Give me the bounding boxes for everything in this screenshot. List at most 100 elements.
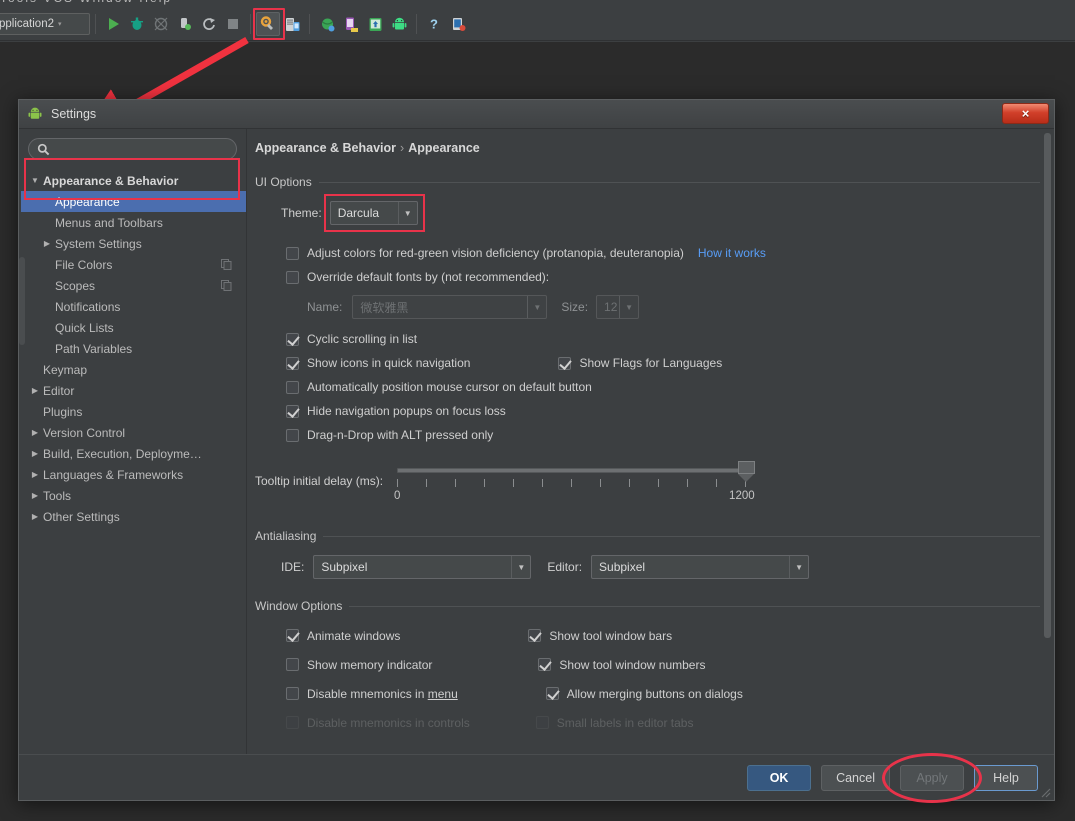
sidebar-scrollbar[interactable] bbox=[19, 257, 25, 345]
debug-icon[interactable] bbox=[125, 12, 149, 36]
apply-button-wrapper: Apply bbox=[882, 752, 982, 803]
chevron-down-icon[interactable]: ▼ bbox=[511, 556, 530, 578]
font-name-value: 微软雅黑 bbox=[360, 300, 409, 315]
allow-merging-buttons-checkbox[interactable] bbox=[545, 687, 559, 700]
sidebar-item-label: Path Variables bbox=[55, 341, 133, 356]
chevron-down-icon[interactable]: ▼ bbox=[29, 176, 41, 185]
chevron-right-icon[interactable]: ▶ bbox=[29, 449, 41, 458]
sidebar-item-notifications[interactable]: Notifications bbox=[21, 296, 246, 317]
small-labels-editor-tabs-checkbox[interactable] bbox=[535, 716, 549, 729]
animate-windows-checkbox[interactable] bbox=[286, 629, 299, 642]
android-bot-icon[interactable] bbox=[387, 12, 411, 36]
antialiasing-ide-select[interactable]: Subpixel ▼ bbox=[313, 555, 532, 579]
slider-tick bbox=[629, 479, 631, 487]
font-size-select[interactable]: 12 ▼ bbox=[596, 295, 640, 319]
help-button[interactable]: Help bbox=[974, 764, 1038, 791]
chevron-right-icon[interactable]: ▶ bbox=[29, 428, 41, 437]
how-it-works-link[interactable]: How it works bbox=[698, 246, 766, 260]
run-icon[interactable] bbox=[101, 12, 125, 36]
disable-mnemonics-menu-checkbox[interactable] bbox=[286, 687, 299, 700]
sdk-manager-icon[interactable] bbox=[253, 8, 285, 40]
override-fonts-checkbox[interactable] bbox=[286, 270, 299, 284]
stop-icon[interactable] bbox=[221, 12, 245, 36]
ide-toolbar[interactable]: pplication2 ▾ ? bbox=[0, 8, 1075, 41]
main-scrollbar-thumb[interactable] bbox=[1044, 133, 1051, 638]
show-tool-window-numbers-checkbox[interactable] bbox=[538, 658, 552, 671]
sidebar-item-label: File Colors bbox=[55, 257, 113, 272]
sidebar-item-appearance-behavior[interactable]: ▼ Appearance & Behavior bbox=[21, 170, 246, 191]
drag-n-drop-alt-checkbox[interactable] bbox=[286, 428, 299, 442]
group-divider bbox=[349, 605, 1040, 607]
font-name-select[interactable]: 微软雅黑 ▼ bbox=[352, 295, 548, 319]
ide-menubar[interactable]: Tools VCS Window Help bbox=[0, 0, 1075, 8]
tooltip-delay-slider[interactable]: 0 1200 bbox=[393, 461, 756, 509]
run-configuration-selector[interactable]: pplication2 ▾ bbox=[0, 13, 90, 35]
chevron-right-icon[interactable]: ▶ bbox=[29, 386, 41, 395]
sidebar-item-keymap[interactable]: Keymap bbox=[21, 359, 246, 380]
cyclic-scrolling-checkbox[interactable] bbox=[286, 332, 299, 346]
sidebar-item-appearance[interactable]: Appearance bbox=[21, 191, 246, 212]
chevron-right-icon[interactable]: ▶ bbox=[29, 470, 41, 479]
coverage-icon[interactable] bbox=[149, 12, 173, 36]
chevron-right-icon[interactable]: ▶ bbox=[29, 512, 41, 521]
sidebar-item-path-variables[interactable]: Path Variables bbox=[21, 338, 246, 359]
disable-mnemonics-controls-checkbox[interactable] bbox=[286, 716, 299, 729]
sidebar-item-editor[interactable]: ▶ Editor bbox=[21, 380, 246, 401]
sidebar-item-other-settings[interactable]: ▶ Other Settings bbox=[21, 506, 246, 527]
theme-select[interactable]: Darcula ▼ bbox=[329, 201, 418, 225]
layout-inspector-icon[interactable] bbox=[446, 12, 470, 36]
chevron-down-icon[interactable]: ▼ bbox=[789, 556, 808, 578]
rerun-icon[interactable] bbox=[197, 12, 221, 36]
breadcrumb-parent[interactable]: Appearance & Behavior bbox=[255, 141, 396, 155]
sidebar-item-scopes[interactable]: Scopes bbox=[21, 275, 246, 296]
slider-thumb[interactable] bbox=[738, 461, 756, 483]
close-icon[interactable]: × bbox=[1002, 103, 1049, 124]
sidebar-item-plugins[interactable]: Plugins bbox=[21, 401, 246, 422]
ok-button[interactable]: OK bbox=[747, 764, 812, 791]
sidebar-item-file-colors[interactable]: File Colors bbox=[21, 254, 246, 275]
theme-row: Theme: Darcula ▼ bbox=[281, 194, 1040, 232]
resize-grip[interactable] bbox=[1039, 786, 1051, 798]
chevron-down-icon[interactable]: ▼ bbox=[527, 296, 546, 318]
show-flags-languages-checkbox[interactable] bbox=[558, 356, 572, 370]
dialog-titlebar[interactable]: Settings × bbox=[19, 100, 1054, 129]
auto-position-cursor-checkbox[interactable] bbox=[286, 380, 299, 394]
sidebar-item-tools[interactable]: ▶ Tools bbox=[21, 485, 246, 506]
chevron-down-icon[interactable]: ▼ bbox=[397, 202, 417, 224]
chevron-right-icon[interactable]: ▶ bbox=[29, 491, 41, 500]
sidebar-item-version-control[interactable]: ▶ Version Control bbox=[21, 422, 246, 443]
slider-track[interactable] bbox=[397, 468, 753, 473]
avd-device-icon[interactable] bbox=[363, 12, 387, 36]
sidebar-item-menus-and-toolbars[interactable]: Menus and Toolbars bbox=[21, 212, 246, 233]
hide-nav-popups-checkbox[interactable] bbox=[286, 404, 299, 418]
show-tool-window-bars-checkbox[interactable] bbox=[528, 629, 542, 642]
sidebar-item-quick-lists[interactable]: Quick Lists bbox=[21, 317, 246, 338]
sidebar-item-languages-frameworks[interactable]: ▶ Languages & Frameworks bbox=[21, 464, 246, 485]
search-input[interactable] bbox=[28, 138, 237, 160]
sidebar-item-system-settings[interactable]: ▶ System Settings bbox=[21, 233, 246, 254]
slider-tick bbox=[397, 479, 399, 487]
device-file-explorer-icon[interactable] bbox=[339, 12, 363, 36]
checkbox-row-adjust-colors: Adjust colors for red-green vision defic… bbox=[286, 241, 1040, 265]
slider-tick bbox=[600, 479, 602, 487]
window-options-group: Window Options Animate windows Show tool… bbox=[255, 599, 1040, 737]
sidebar-item-build-execution-deployme[interactable]: ▶ Build, Execution, Deployme… bbox=[21, 443, 246, 464]
sidebar-item-label: Version Control bbox=[43, 425, 126, 440]
chevron-right-icon[interactable]: ▶ bbox=[41, 239, 53, 248]
antialiasing-editor-select[interactable]: Subpixel ▼ bbox=[591, 555, 810, 579]
show-memory-indicator-checkbox[interactable] bbox=[286, 658, 299, 671]
adjust-colors-checkbox[interactable] bbox=[286, 246, 299, 260]
show-icons-quick-nav-checkbox[interactable] bbox=[286, 356, 299, 370]
main-scrollbar[interactable] bbox=[1043, 133, 1052, 750]
avd-manager-icon[interactable] bbox=[280, 12, 304, 36]
sync-project-icon[interactable] bbox=[315, 12, 339, 36]
profile-icon[interactable] bbox=[173, 12, 197, 36]
cancel-button[interactable]: Cancel bbox=[821, 764, 890, 791]
search-icon bbox=[37, 143, 50, 156]
apply-button[interactable]: Apply bbox=[900, 764, 964, 791]
sidebar-item-label: Appearance bbox=[55, 194, 120, 209]
settings-tree[interactable]: ▼ Appearance & Behavior Appearance Menus an… bbox=[19, 170, 246, 527]
help-icon[interactable]: ? bbox=[422, 12, 446, 36]
menubar-labels: Tools VCS Window Help bbox=[0, 0, 172, 5]
chevron-down-icon[interactable]: ▼ bbox=[619, 296, 638, 318]
